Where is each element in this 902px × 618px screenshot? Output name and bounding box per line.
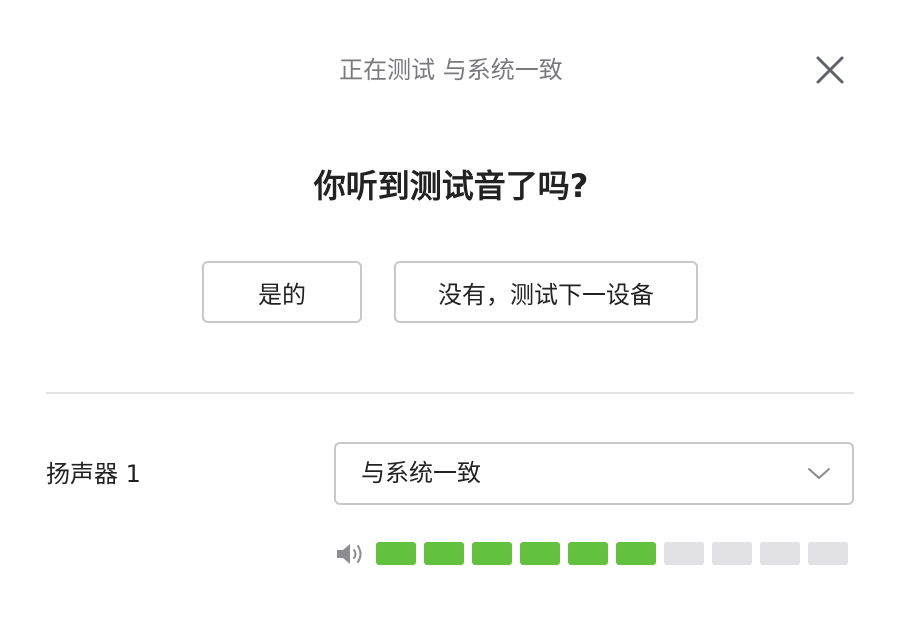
yes-button[interactable]: 是的 xyxy=(202,261,362,323)
test-next-device-button[interactable]: 没有，测试下一设备 xyxy=(394,261,698,323)
test-sound-question: 你听到测试音了吗? xyxy=(313,167,589,205)
volume-segment-active xyxy=(424,542,464,565)
speaker-device-select[interactable]: 与系统一致 xyxy=(334,442,854,505)
volume-segment-inactive xyxy=(712,542,752,565)
volume-segment-inactive xyxy=(664,542,704,565)
speaker-volume-icon xyxy=(337,544,362,564)
volume-level-meter xyxy=(376,542,856,565)
speaker-test-dialog: 正在测试 与系统一致 你听到测试音了吗? 是的 没有，测试下一设备 扬声器 1 … xyxy=(0,0,902,618)
volume-segment-active xyxy=(376,542,416,565)
chevron-down-icon xyxy=(808,468,830,479)
volume-segment-active xyxy=(472,542,512,565)
volume-segment-inactive xyxy=(760,542,800,565)
speaker-label: 扬声器 1 xyxy=(46,460,141,488)
volume-segment-active xyxy=(520,542,560,565)
divider xyxy=(46,392,854,394)
close-icon xyxy=(816,56,844,84)
speaker-device-selected-value: 与系统一致 xyxy=(361,459,481,487)
volume-segment-active xyxy=(616,542,656,565)
close-button[interactable] xyxy=(810,50,850,90)
dialog-status-title: 正在测试 与系统一致 xyxy=(339,56,563,84)
volume-segment-inactive xyxy=(808,542,848,565)
volume-segment-active xyxy=(568,542,608,565)
